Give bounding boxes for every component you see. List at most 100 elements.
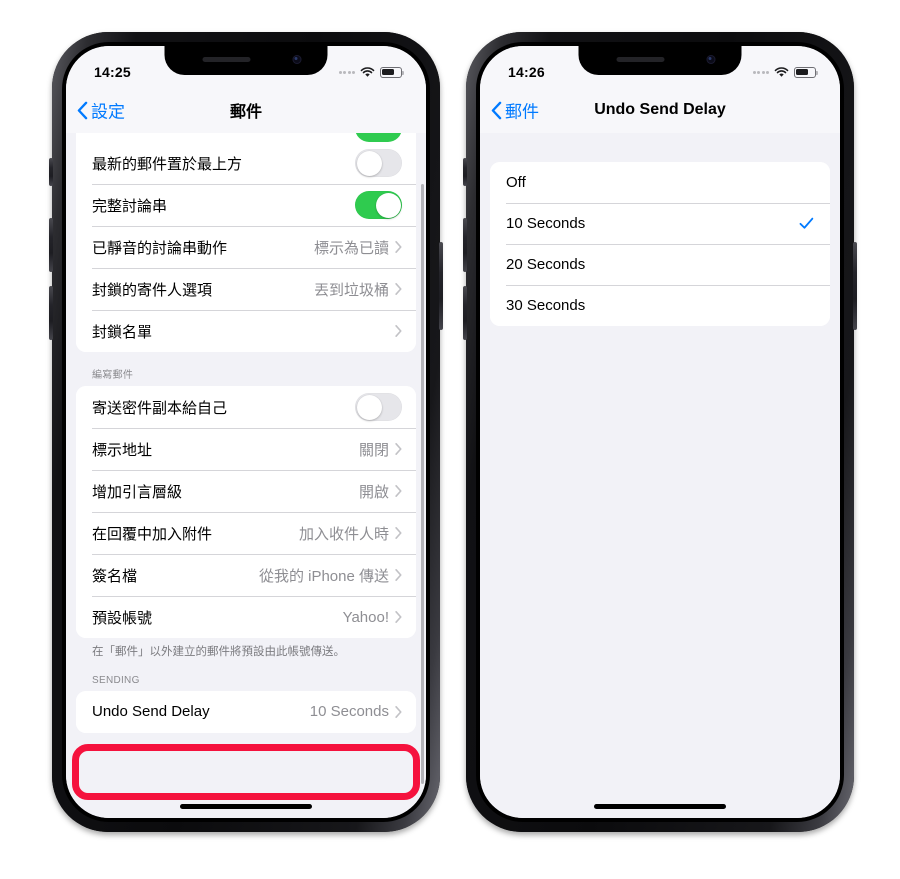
chevron-right-icon [395, 705, 402, 718]
option-row-10-seconds[interactable]: 10 Seconds [490, 203, 830, 244]
row-label: 已靜音的討論串動作 [92, 239, 228, 257]
row-label: 標示地址 [92, 441, 153, 459]
row-label: 封鎖的寄件人選項 [92, 281, 213, 299]
row-default-account[interactable]: 預設帳號 Yahoo! [76, 596, 416, 638]
earpiece-speaker-icon [202, 57, 251, 62]
options-group: Off 10 Seconds 20 Seconds 30 Seconds [490, 162, 830, 326]
notch-left [164, 46, 328, 75]
chevron-right-icon [395, 569, 402, 581]
row-label: 寄送密件副本給自己 [92, 399, 228, 417]
scroll-indicator[interactable] [421, 184, 424, 784]
status-indicators-left [338, 66, 405, 78]
row-mark-addresses[interactable]: 標示地址 關閉 [76, 428, 416, 470]
row-label: Undo Send Delay [92, 703, 210, 721]
home-indicator-right[interactable] [594, 804, 726, 809]
chevron-right-icon [395, 443, 402, 455]
chevron-right-icon [395, 527, 402, 539]
power-button-left[interactable] [439, 242, 443, 330]
row-value: 加入收件人時 [298, 525, 389, 543]
row-include-attachments-in-replies[interactable]: 在回覆中加入附件 加入收件人時 [76, 512, 416, 554]
checkmark-icon [799, 217, 816, 230]
row-label: 完整討論串 [92, 197, 168, 215]
page-title-left: 郵件 [229, 104, 262, 121]
notch-right [578, 46, 742, 75]
option-label: 30 Seconds [506, 297, 586, 314]
row-value: 標示為已讀 [313, 239, 389, 257]
row-value: 從我的 iPhone 傳送 [258, 567, 389, 585]
group-footer-default-account: 在「郵件」以外建立的郵件將預設由此帳號傳送。 [92, 646, 345, 658]
row-value: 開啟 [358, 483, 389, 501]
row-value: 10 Seconds [309, 703, 389, 721]
row-value: 關閉 [358, 441, 389, 459]
option-label: 20 Seconds [506, 256, 586, 273]
row-label: 在回覆中加入附件 [92, 525, 213, 543]
row-newest-on-top[interactable]: 最新的郵件置於最上方 [76, 142, 416, 184]
chevron-right-icon [395, 241, 402, 253]
row-bcc-myself[interactable]: 寄送密件副本給自己 [76, 386, 416, 428]
toggle-switch-on[interactable] [355, 191, 402, 219]
status-indicators-right [752, 66, 819, 78]
row-undo-send-delay[interactable]: Undo Send Delay 10 Seconds [76, 690, 416, 733]
option-row-off[interactable]: Off [490, 162, 830, 203]
phone-bezel-right: 14:26 郵件 Undo Send Delay Off 10 Seconds … [476, 42, 844, 822]
row-label: 最新的郵件置於最上方 [92, 155, 243, 173]
iphone-right: 14:26 郵件 Undo Send Delay Off 10 Seconds … [463, 32, 857, 832]
undo-send-delay-options-view: Off 10 Seconds 20 Seconds 30 Seconds [480, 132, 840, 818]
battery-icon [380, 66, 405, 78]
settings-group-1: 最新的郵件置於最上方 完整討論串 已靜音的討論串動作 標示為已讀 封鎖的寄件人選… [76, 142, 416, 352]
row-increase-quote-level[interactable]: 增加引言層級 開啟 [76, 470, 416, 512]
option-label: Off [506, 174, 526, 191]
volume-down-button-left[interactable] [49, 286, 53, 340]
row-muted-thread-action[interactable]: 已靜音的討論串動作 標示為已讀 [76, 226, 416, 268]
toggle-switch-off[interactable] [355, 393, 402, 421]
wifi-icon [774, 66, 789, 78]
status-time-left: 14:25 [94, 64, 131, 80]
settings-scroll-view[interactable]: 最新的郵件置於最上方 完整討論串 已靜音的討論串動作 標示為已讀 封鎖的寄件人選… [66, 132, 426, 818]
battery-icon [794, 66, 819, 78]
screen-right: 14:26 郵件 Undo Send Delay Off 10 Seconds … [480, 46, 840, 818]
power-button-right[interactable] [853, 242, 857, 330]
toggle-switch-off[interactable] [355, 149, 402, 177]
group-header-sending: SENDING [92, 674, 140, 686]
group-header-compose: 編寫郵件 [92, 370, 134, 381]
chevron-right-icon [395, 611, 402, 623]
front-camera-icon [706, 55, 716, 64]
chevron-right-icon [395, 325, 402, 337]
row-label: 預設帳號 [92, 609, 153, 627]
earpiece-speaker-icon [616, 57, 665, 62]
settings-group-3: Undo Send Delay 10 Seconds [76, 690, 416, 733]
signal-dots-icon [752, 70, 769, 74]
phone-bezel-left: 14:25 設定 郵件 最新的郵件置於最上方 完整討論串 已靜音的討論串動作 標… [62, 42, 430, 822]
front-camera-icon [292, 55, 302, 64]
screen-left: 14:25 設定 郵件 最新的郵件置於最上方 完整討論串 已靜音的討論串動作 標… [66, 46, 426, 818]
home-indicator-left[interactable] [180, 804, 312, 809]
nav-bar-right: 郵件 Undo Send Delay [480, 88, 840, 133]
row-signature[interactable]: 簽名檔 從我的 iPhone 傳送 [76, 554, 416, 596]
row-blocked-list[interactable]: 封鎖名單 [76, 310, 416, 352]
toggle-peek-icon [355, 132, 402, 142]
row-label: 封鎖名單 [92, 323, 153, 341]
wifi-icon [360, 66, 375, 78]
status-time-right: 14:26 [508, 64, 545, 80]
page-title-right: Undo Send Delay [594, 101, 726, 118]
signal-dots-icon [338, 70, 355, 74]
volume-up-button-right[interactable] [463, 218, 467, 272]
nav-bar-left: 設定 郵件 [66, 88, 426, 133]
silent-switch-right[interactable] [463, 158, 467, 186]
iphone-left: 14:25 設定 郵件 最新的郵件置於最上方 完整討論串 已靜音的討論串動作 標… [49, 32, 443, 832]
row-value: 丟到垃圾桶 [313, 281, 389, 299]
volume-down-button-right[interactable] [463, 286, 467, 340]
row-complete-thread[interactable]: 完整討論串 [76, 184, 416, 226]
silent-switch-left[interactable] [49, 158, 53, 186]
option-row-20-seconds[interactable]: 20 Seconds [490, 244, 830, 285]
partial-row-above [76, 132, 416, 142]
row-blocked-sender-options[interactable]: 封鎖的寄件人選項 丟到垃圾桶 [76, 268, 416, 310]
row-label: 簽名檔 [92, 567, 138, 585]
settings-group-2: 寄送密件副本給自己 標示地址 關閉 增加引言層級 開啟 在回覆中加入附件 加入收… [76, 386, 416, 638]
row-label: 增加引言層級 [92, 483, 183, 501]
row-value: Yahoo! [342, 608, 389, 626]
volume-up-button-left[interactable] [49, 218, 53, 272]
option-row-30-seconds[interactable]: 30 Seconds [490, 285, 830, 326]
chevron-right-icon [395, 283, 402, 295]
chevron-right-icon [395, 485, 402, 497]
